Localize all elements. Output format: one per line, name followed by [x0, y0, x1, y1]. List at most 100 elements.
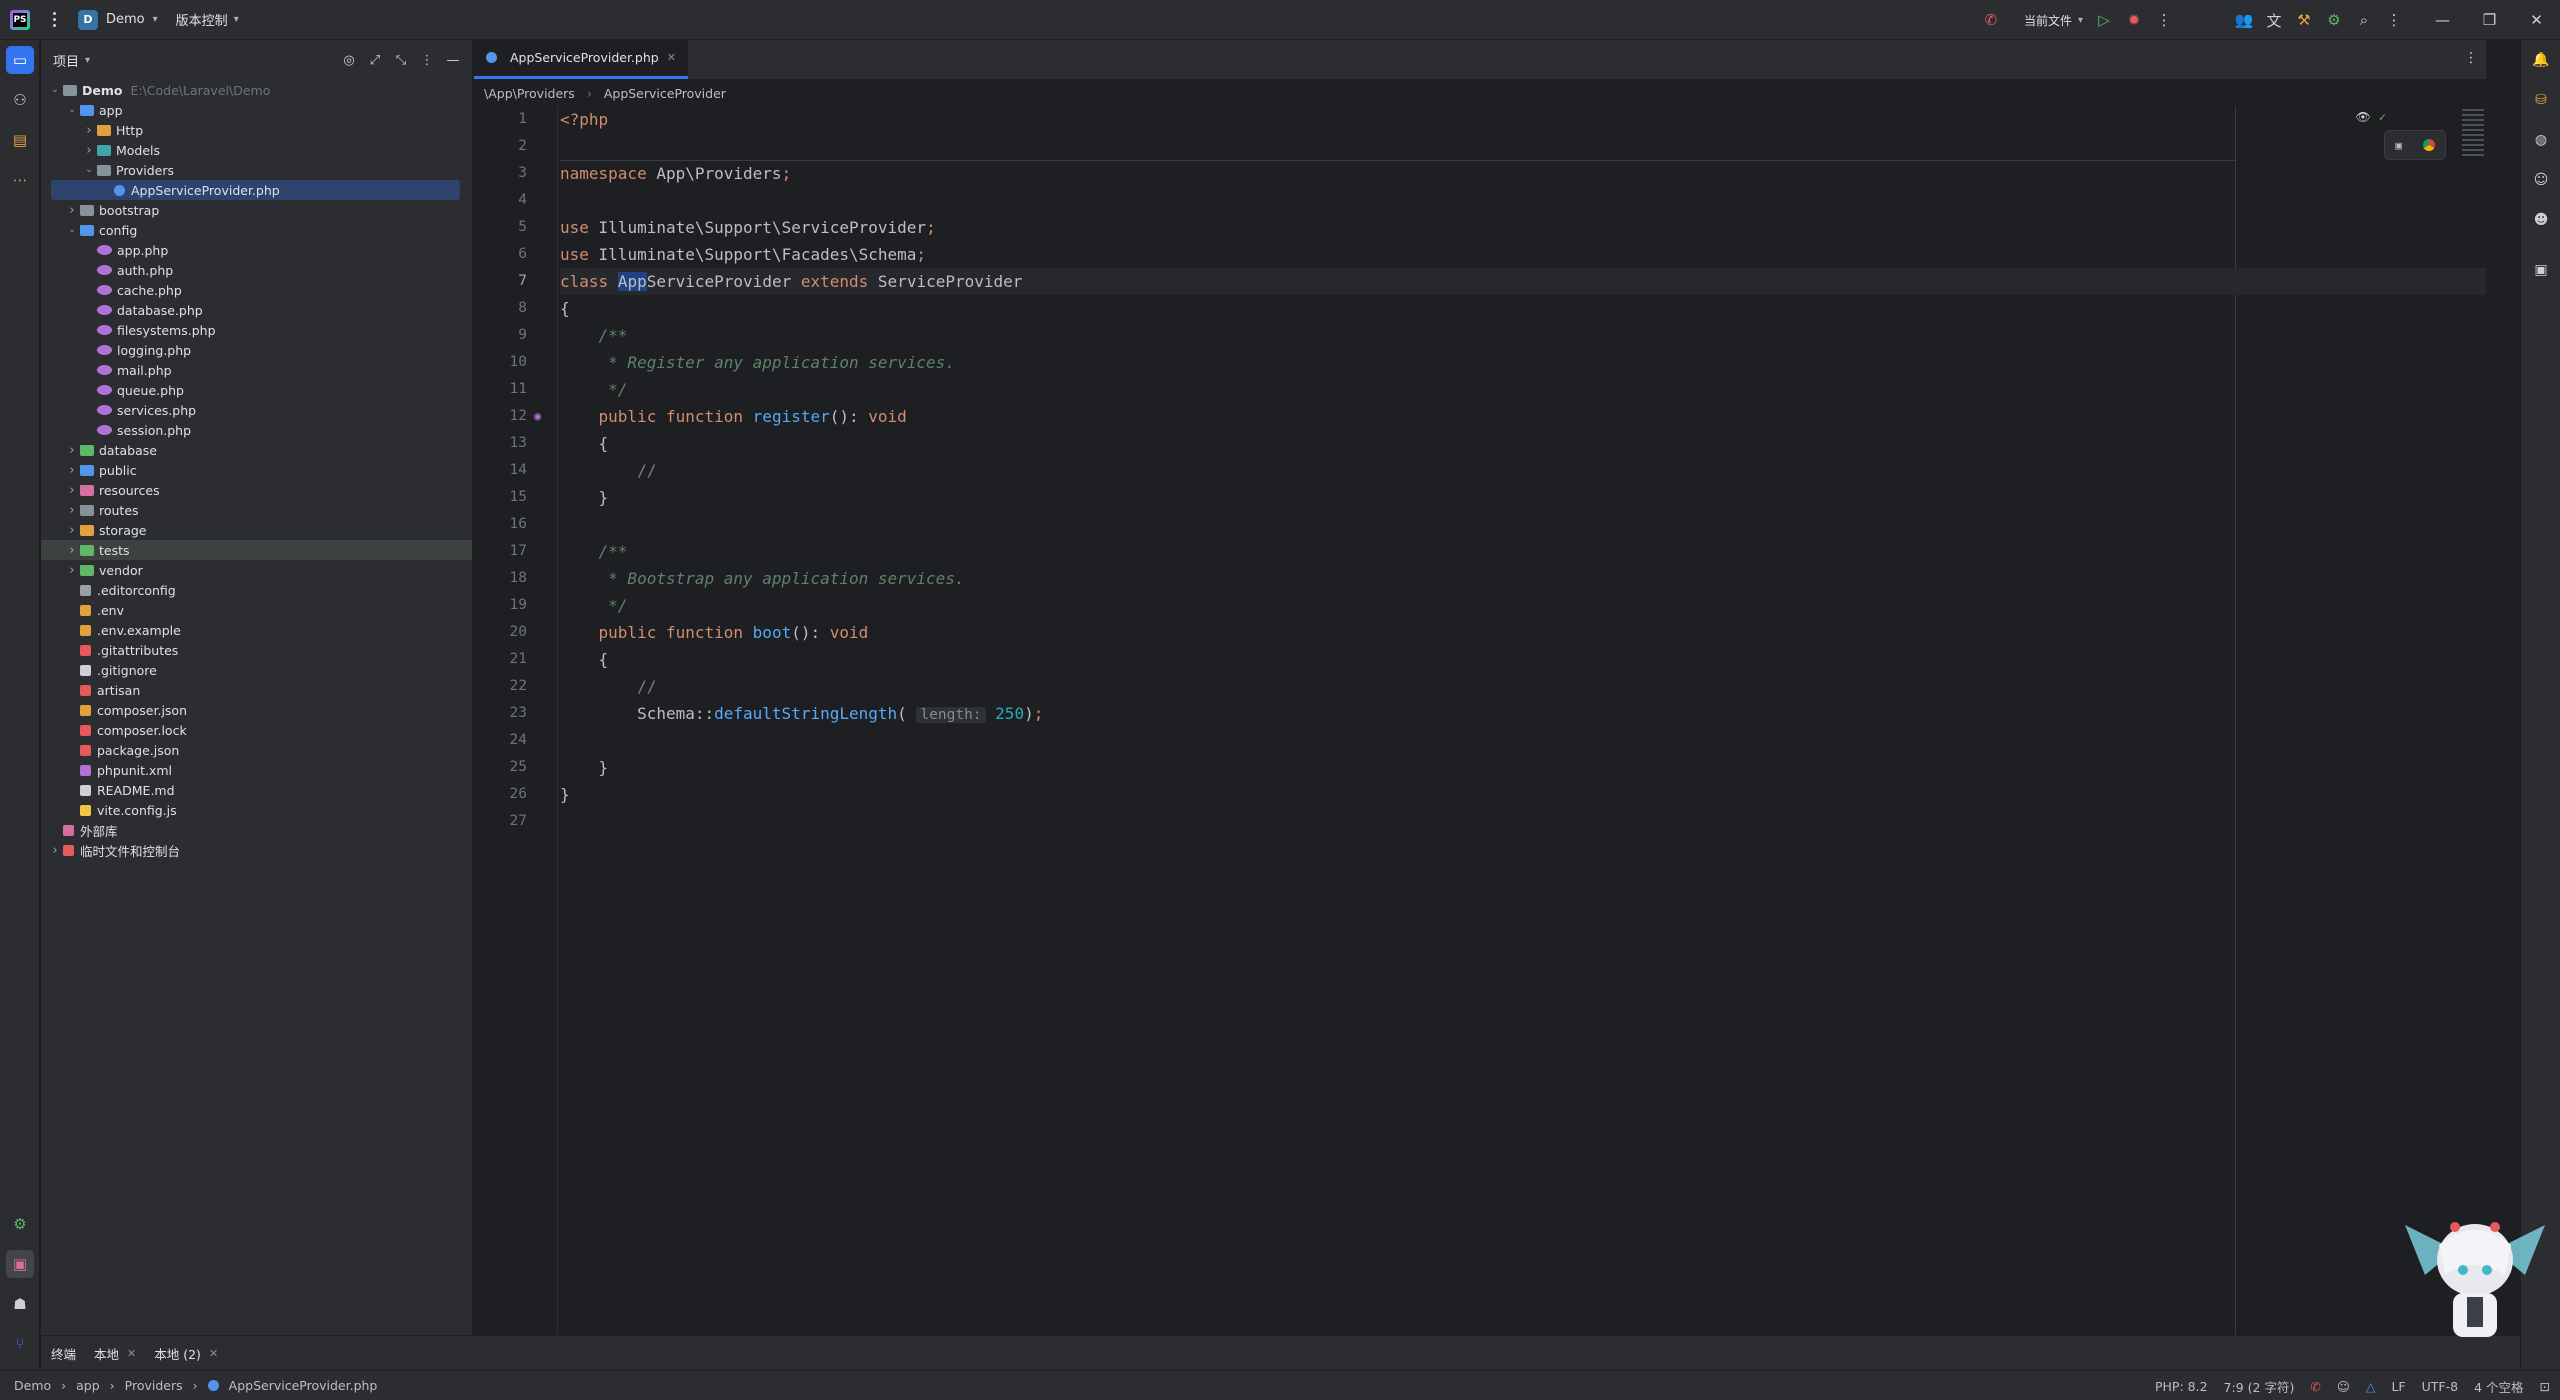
line-number[interactable]: 1 — [474, 106, 557, 133]
status-breadcrumb-demo[interactable]: Demo — [14, 1378, 51, 1393]
tools-icon[interactable]: ⚒ — [2289, 5, 2319, 35]
translate-icon[interactable]: 文 — [2259, 5, 2289, 35]
chevron-right-icon[interactable]: › — [47, 843, 63, 858]
code-line[interactable]: <?php — [560, 106, 2486, 133]
line-number[interactable]: 27 — [474, 808, 557, 835]
tree-item[interactable]: session.php — [41, 420, 472, 440]
breadcrumb-namespace[interactable]: \App\Providers — [484, 86, 575, 101]
code-line[interactable]: Schema::defaultStringLength( length: 250… — [560, 700, 2486, 727]
services-icon[interactable]: ⚙ — [6, 1210, 34, 1238]
tree-item[interactable]: 外部库 — [41, 820, 472, 840]
tab-local[interactable]: 本地 ✕ — [94, 1344, 136, 1363]
line-number[interactable]: 13 — [474, 430, 557, 457]
chevron-right-icon[interactable]: › — [64, 543, 80, 558]
chevron-right-icon[interactable]: › — [81, 123, 97, 138]
code-editor[interactable]: 1 2 3 4 5 6 7 8 9 10 11 12 ◉ 13 14 15 16 17 18 19 20 21 22 23 24… — [474, 106, 2486, 1335]
chevron-down-icon[interactable]: ⌄ — [64, 225, 80, 235]
code-line[interactable]: // — [560, 673, 2486, 700]
tree-root[interactable]: ⌄ Demo E:\Code\Laravel\Demo — [41, 80, 472, 100]
bookmarks-icon[interactable]: ▣ — [2531, 260, 2551, 280]
line-number[interactable]: 16 — [474, 511, 557, 538]
tree-item[interactable]: cache.php — [41, 280, 472, 300]
tree-item[interactable]: README.md — [41, 780, 472, 800]
code-line[interactable]: */ — [560, 376, 2486, 403]
code-line[interactable]: /** — [560, 538, 2486, 565]
line-number[interactable]: 9 — [474, 322, 557, 349]
code-line[interactable]: public function register(): void — [560, 403, 2486, 430]
line-number[interactable]: 19 — [474, 592, 557, 619]
code-line[interactable] — [560, 187, 2486, 214]
lock-icon[interactable]: ⊡ — [2540, 1379, 2550, 1394]
close-icon[interactable]: ✕ — [127, 1347, 136, 1360]
chevron-down-icon[interactable]: ⌄ — [64, 105, 80, 115]
tree-item[interactable]: .env.example — [41, 620, 472, 640]
tree-item[interactable]: › tests — [41, 540, 472, 560]
line-number[interactable]: 26 — [474, 781, 557, 808]
chevron-right-icon[interactable]: › — [64, 503, 80, 518]
notifications-icon[interactable]: 🔔 — [2531, 50, 2551, 70]
tree-item[interactable]: artisan — [41, 680, 472, 700]
code-line[interactable]: * Register any application services. — [560, 349, 2486, 376]
main-menu-icon[interactable] — [44, 10, 64, 30]
close-window-button[interactable]: ✕ — [2513, 0, 2560, 40]
tree-item[interactable]: › resources — [41, 480, 472, 500]
tree-item[interactable]: queue.php — [41, 380, 472, 400]
tree-item[interactable]: .gitignore — [41, 660, 472, 680]
chevron-right-icon[interactable]: › — [64, 443, 80, 458]
status-breadcrumb-providers[interactable]: Providers — [125, 1378, 183, 1393]
tree-item[interactable]: › 临时文件和控制台 — [41, 840, 472, 860]
code-line[interactable]: /** — [560, 322, 2486, 349]
phone-icon[interactable]: ✆ — [1976, 5, 2006, 35]
code-line[interactable]: { — [560, 295, 2486, 322]
tree-item[interactable]: ⌄ Providers — [41, 160, 472, 180]
tree-item[interactable]: .env — [41, 600, 472, 620]
line-number[interactable]: 5 — [474, 214, 557, 241]
plugin-icon[interactable]: ⚙ — [2319, 5, 2349, 35]
git-icon[interactable]: ⑂ — [6, 1330, 34, 1358]
more-actions-icon[interactable]: ⋮ — [2149, 5, 2179, 35]
tree-item[interactable]: package.json — [41, 740, 472, 760]
project-tool-icon[interactable]: ▭ — [6, 46, 34, 74]
line-number[interactable]: 2 — [474, 133, 557, 160]
file-encoding[interactable]: UTF-8 — [2422, 1379, 2458, 1394]
tab-local-2[interactable]: 本地 (2) ✕ — [154, 1344, 218, 1363]
tree-item[interactable]: › vendor — [41, 560, 472, 580]
code-line[interactable] — [560, 727, 2486, 754]
code-with-me-icon[interactable]: 👥 — [2229, 5, 2259, 35]
tree-item[interactable]: mail.php — [41, 360, 472, 380]
problems-icon[interactable]: ☗ — [6, 1290, 34, 1318]
code-line[interactable]: { — [560, 646, 2486, 673]
tree-item[interactable]: database.php — [41, 300, 472, 320]
copilot-icon[interactable]: ☻ — [2531, 210, 2551, 230]
chevron-right-icon[interactable]: › — [64, 563, 80, 578]
debug-icon[interactable]: ✹ — [2119, 5, 2149, 35]
code-line[interactable]: class AppServiceProvider extends Service… — [560, 268, 2486, 295]
remote-host-icon[interactable]: ◍ — [2531, 130, 2551, 150]
tree-item[interactable]: › routes — [41, 500, 472, 520]
database-tool-icon[interactable]: ▤ — [6, 126, 34, 154]
line-number[interactable]: 8 — [474, 295, 557, 322]
database-icon[interactable]: ⛁ — [2531, 90, 2551, 110]
code-line[interactable]: namespace App\Providers; — [560, 160, 2486, 187]
tree-item[interactable]: .gitattributes — [41, 640, 472, 660]
line-separator[interactable]: LF — [2391, 1379, 2405, 1394]
code-line[interactable]: } — [560, 484, 2486, 511]
line-number[interactable]: 17 — [474, 538, 557, 565]
tree-item[interactable]: .editorconfig — [41, 580, 472, 600]
line-number[interactable]: 10 — [474, 349, 557, 376]
chevron-right-icon[interactable]: › — [64, 523, 80, 538]
caret-position[interactable]: 7:9 (2 字符) — [2224, 1377, 2295, 1396]
error-stripe[interactable] — [2460, 106, 2486, 226]
tree-item[interactable]: › Http — [41, 120, 472, 140]
tree-item[interactable]: app.php — [41, 240, 472, 260]
code-line[interactable]: } — [560, 754, 2486, 781]
tree-item[interactable]: composer.lock — [41, 720, 472, 740]
tree-item[interactable]: AppServiceProvider.php — [51, 180, 460, 200]
code-line[interactable]: */ — [560, 592, 2486, 619]
code-line[interactable] — [560, 133, 2486, 160]
tree-item[interactable]: logging.php — [41, 340, 472, 360]
ai-assistant-icon[interactable]: ☺ — [2531, 170, 2551, 190]
tree-item[interactable]: › database — [41, 440, 472, 460]
code-line[interactable]: use Illuminate\Support\ServiceProvider; — [560, 214, 2486, 241]
code-line[interactable]: use Illuminate\Support\Facades\Schema; — [560, 241, 2486, 268]
